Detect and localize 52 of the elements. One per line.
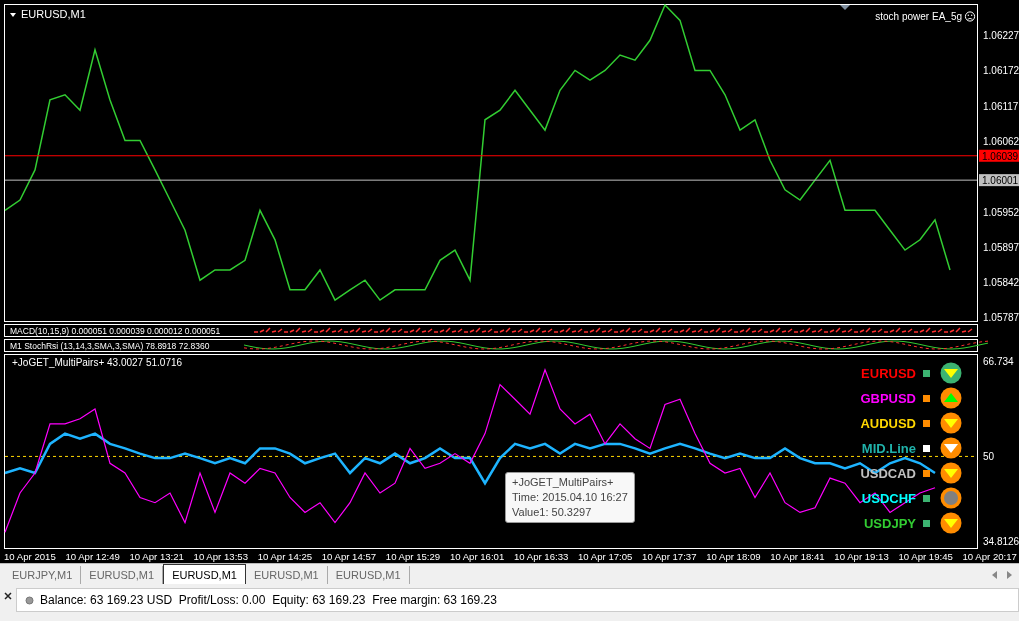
time-tick-label: 10 Apr 20:17 (962, 551, 1017, 562)
time-tick-label: 10 Apr 19:13 (834, 551, 889, 562)
pair-name: AUDUSD (860, 415, 916, 431)
time-tick-label: 10 Apr 2015 (4, 551, 56, 562)
status-dot-icon (25, 595, 34, 605)
time-tick-label: 10 Apr 19:45 (898, 551, 953, 562)
price-tick-label: 1.06062 (983, 136, 1019, 147)
value-tick-label: 34.8126 (983, 536, 1019, 547)
value-tick-label: 66.734 (983, 355, 1014, 367)
time-tick-label: 10 Apr 18:41 (770, 551, 825, 562)
scroll-left-icon[interactable] (991, 571, 999, 579)
account-summary: Balance: 63 169.23 USD Profit/Loss: 0.00 Equity: 63 169.23 Free margin: 63 169.23 (40, 593, 497, 607)
macd-label: MACD(10,15,9) 0.000051 0.000039 0.000012 0.000051 (10, 326, 221, 336)
price-tick-label: 1.05842 (983, 277, 1019, 289)
time-tick-label: 10 Apr 17:37 (642, 551, 697, 562)
time-tick-label: 10 Apr 12:49 (65, 551, 120, 562)
indicator-label: +JoGET_MultiPairs+ 43.0027 51.0716 (12, 357, 183, 368)
price-tag: 1.06039 (979, 149, 1019, 162)
time-tick-label: 10 Apr 15:29 (385, 551, 441, 562)
pair-name: GBPUSD (860, 390, 916, 406)
price-tick-label: 1.05787 (983, 312, 1019, 324)
scroll-right-icon[interactable] (1005, 571, 1013, 579)
tooltip-line: Time: 2015.04.10 16:27 (512, 490, 628, 505)
shift-marker-icon[interactable] (840, 5, 850, 10)
time-tick-label: 10 Apr 13:53 (193, 551, 248, 562)
time-tick-label: 10 Apr 14:57 (321, 551, 377, 562)
price-tick-label: 1.05897 (983, 241, 1019, 253)
pair-name: EURUSD (861, 365, 916, 381)
price-tick-label: 1.06117 (983, 100, 1019, 112)
price-tag: 1.06001 (979, 174, 1019, 187)
pair-name: USDJPY (863, 515, 916, 531)
stochastic-label: M1 StochRsi (13,14,3,SMA,3,SMA) 78.8918 72.8360 (10, 341, 210, 351)
chart-symbol: EURUSD,M1 (21, 8, 86, 20)
time-tick-label: 10 Apr 13:21 (129, 551, 184, 562)
value-tick-label: 50 (983, 451, 995, 463)
chart-tab[interactable]: EURUSD,M1 (163, 564, 246, 584)
pair-name: USDCAD (860, 465, 916, 481)
tooltip-title: +JoGET_MultiPairs+ (512, 475, 615, 490)
close-icon[interactable] (4, 592, 12, 600)
pair-name: MID.Line (861, 440, 916, 456)
sad-face-icon (964, 11, 976, 22)
tooltip-line: Value1: 50.3297 (512, 505, 593, 520)
time-tick-label: 10 Apr 16:33 (513, 551, 569, 562)
price-tick-label: 1.06227 (983, 30, 1019, 42)
price-tick-label: 1.05952 (983, 206, 1019, 218)
time-tick-label: 10 Apr 17:05 (578, 551, 633, 562)
price-tick-label: 1.06172 (983, 65, 1019, 77)
expert-name: stoch power EA_5g (875, 11, 962, 22)
time-tick-label: 10 Apr 14:25 (257, 551, 313, 562)
time-tick-label: 10 Apr 18:09 (706, 551, 761, 562)
dropdown-icon[interactable] (10, 13, 16, 17)
time-tick-label: 10 Apr 16:01 (449, 551, 505, 562)
